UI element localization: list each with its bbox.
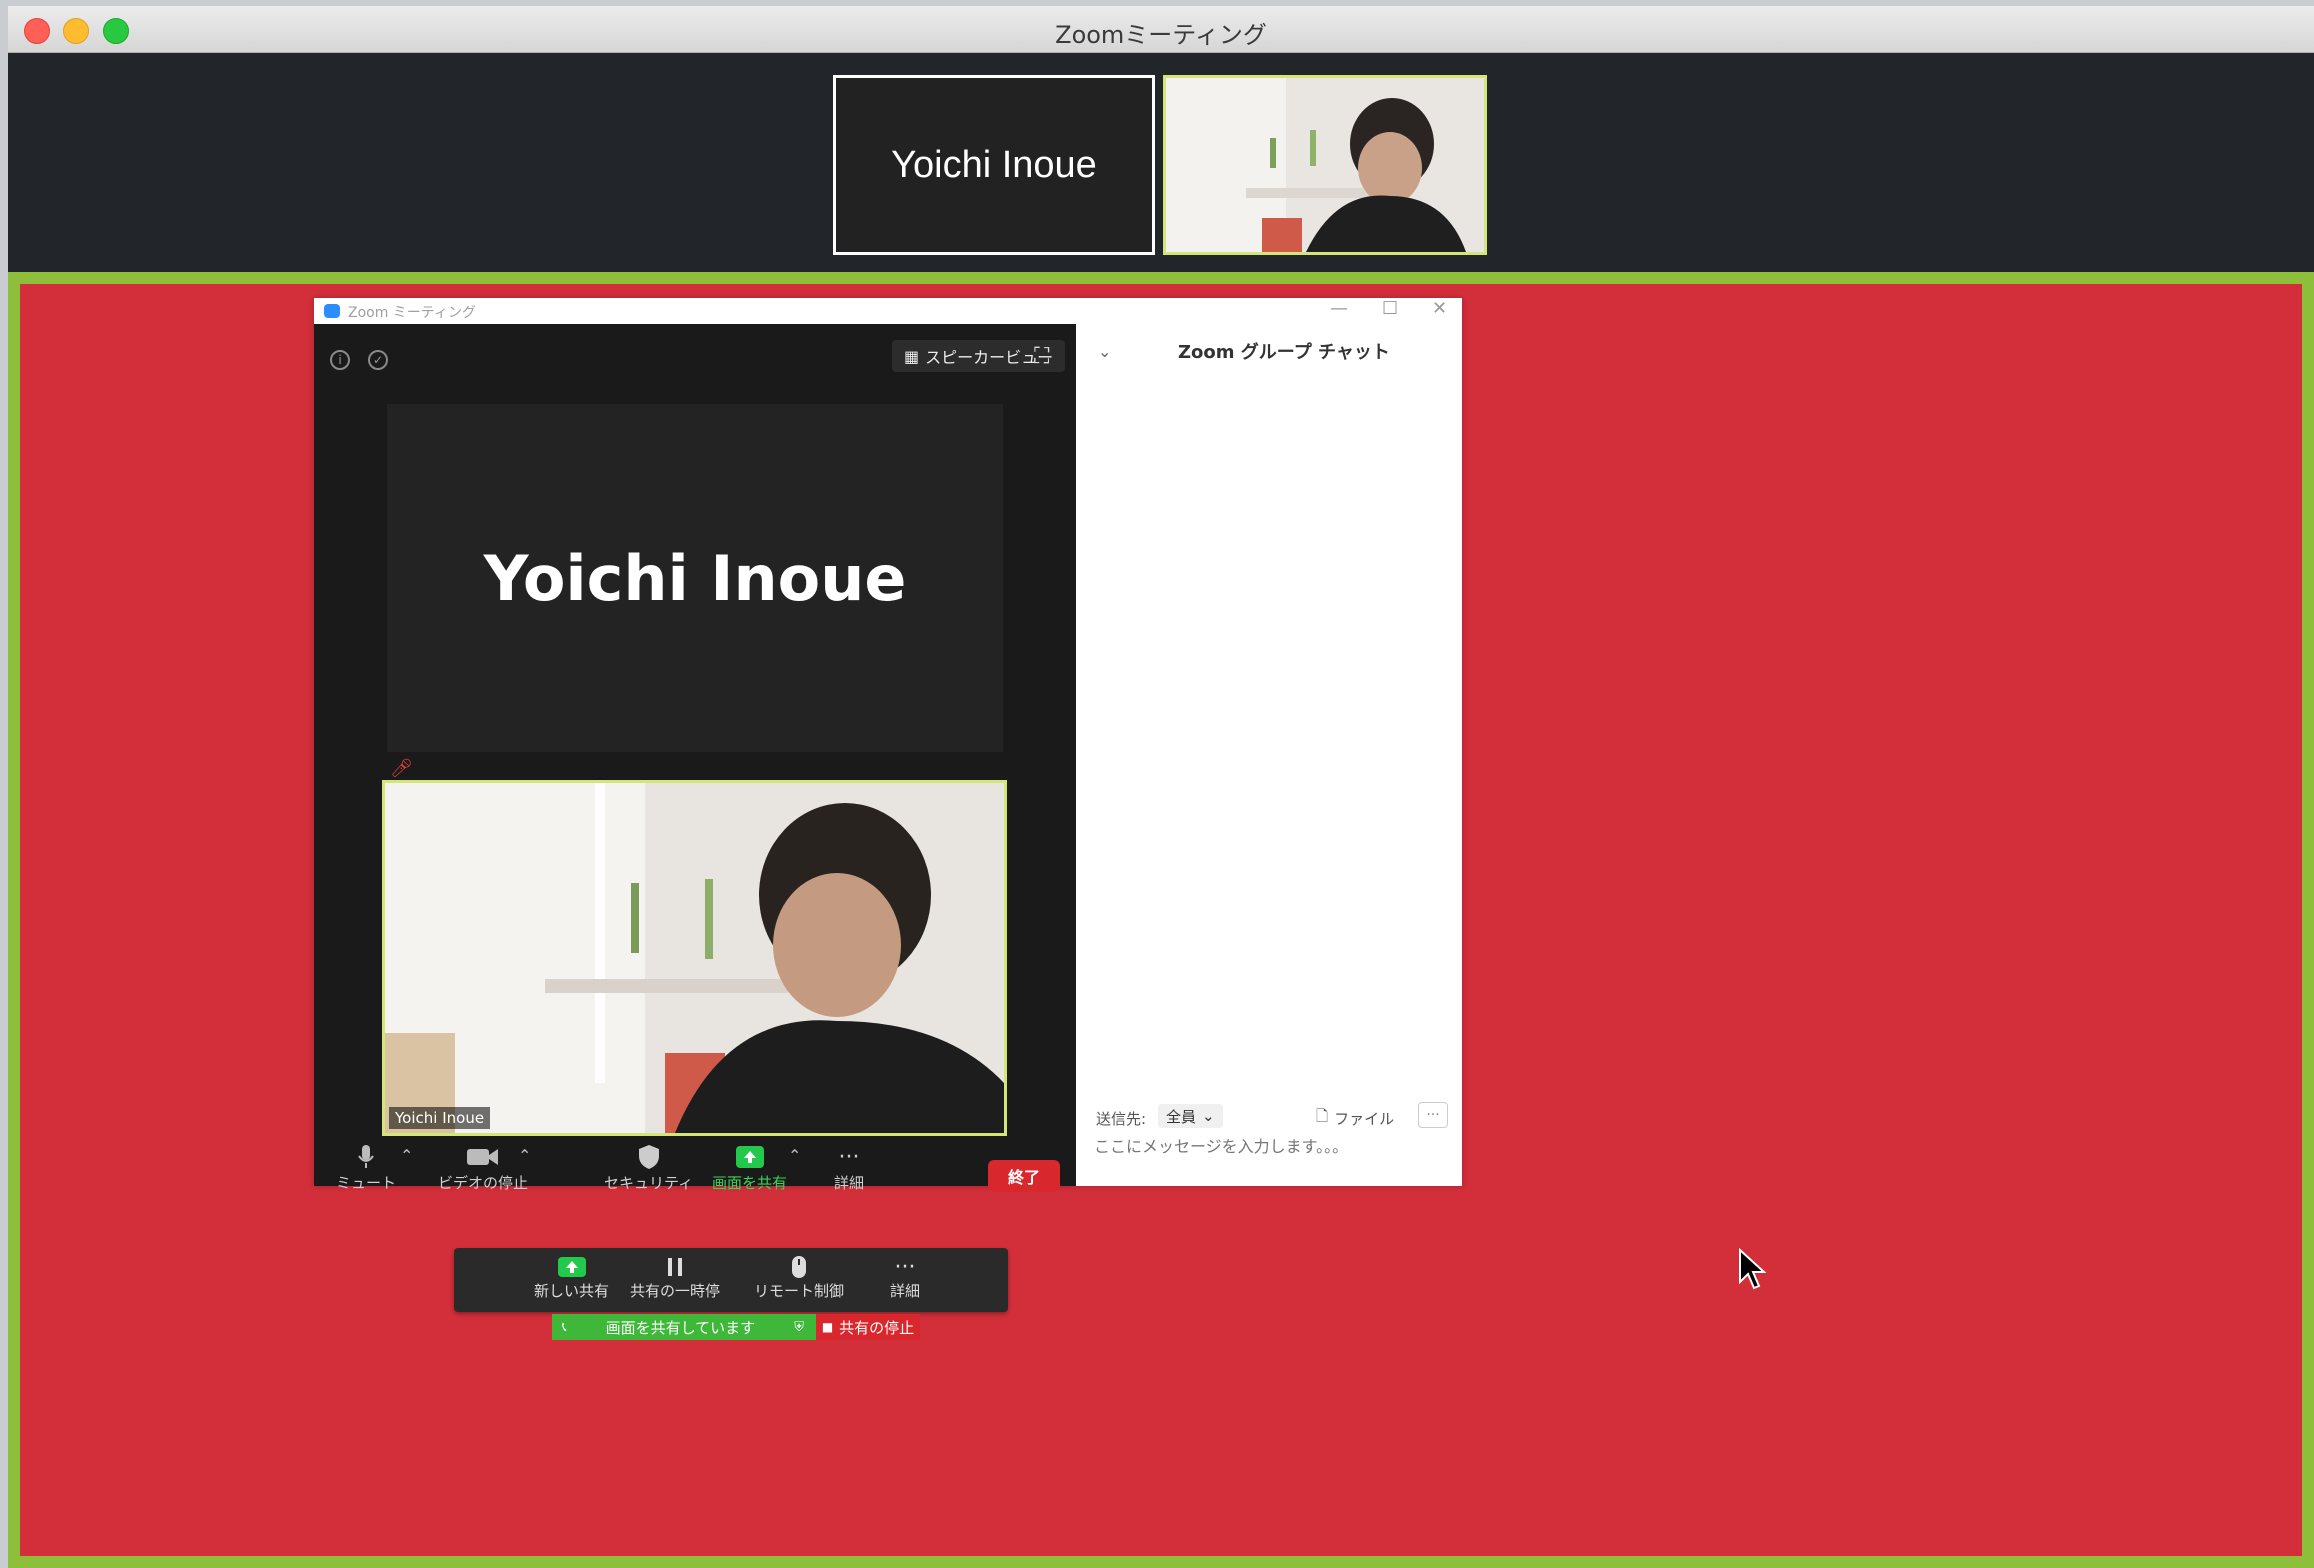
participant-name-tile[interactable]: Yoichi Inoue	[387, 404, 1003, 752]
minimize-icon[interactable]: —	[1330, 298, 1348, 319]
close-icon[interactable]: ✕	[1432, 298, 1447, 319]
video-name-label: Yoichi Inoue	[389, 1107, 491, 1129]
chevron-down-icon[interactable]: ⌄	[1098, 342, 1111, 361]
participant-thumbnail-strip: Yoichi Inoue	[8, 53, 2314, 277]
screen-share-border: Zoom ミーティング — ☐ ✕ i ✓ ▦ スピーカービュー ⛶ Yoich…	[8, 272, 2314, 1568]
ellipsis-icon: ···	[838, 1144, 860, 1170]
phone-icon: 📞︎	[562, 1319, 567, 1335]
participant-video-thumbnail[interactable]	[1163, 75, 1487, 255]
stop-video-button[interactable]: ビデオの停止	[438, 1142, 528, 1193]
file-label: ファイル	[1334, 1110, 1395, 1128]
mute-label: ミュート	[336, 1174, 397, 1192]
mouse-icon	[791, 1254, 807, 1280]
security-button[interactable]: セキュリティ	[604, 1142, 693, 1193]
shared-zoom-window: Zoom ミーティング — ☐ ✕ i ✓ ▦ スピーカービュー ⛶ Yoich…	[314, 298, 1462, 1192]
fullscreen-icon[interactable]: ⛶	[1034, 344, 1049, 369]
maximize-icon[interactable]: ☐	[1382, 298, 1398, 319]
inner-window-title: Zoom ミーティング	[348, 305, 476, 321]
mute-button[interactable]: ミュート	[336, 1142, 396, 1193]
title-bar[interactable]: Zoomミーティング	[8, 6, 2314, 53]
share-options-caret[interactable]: ⌃	[788, 1146, 801, 1165]
chat-more-button[interactable]: ···	[1418, 1102, 1448, 1128]
grid-icon: ▦	[904, 346, 920, 366]
participant-video[interactable]: Yoichi Inoue	[382, 780, 1007, 1136]
ellipsis-icon: ···	[894, 1254, 916, 1280]
security-label: セキュリティ	[604, 1174, 694, 1192]
send-to-label: 送信先:	[1096, 1110, 1147, 1128]
remote-control-button[interactable]: リモート制御	[754, 1254, 844, 1301]
microphone-muted-icon: 🎤︎	[390, 758, 413, 779]
share-screen-icon	[735, 1142, 764, 1172]
pause-icon	[666, 1254, 684, 1280]
share-screen-label: 画面を共有	[712, 1174, 788, 1192]
participant-name: Yoichi Inoue	[483, 541, 907, 615]
window-title: Zoomミーティング	[1055, 21, 1267, 49]
participant-name-thumbnail[interactable]: Yoichi Inoue	[833, 75, 1155, 255]
group-chat-panel: ⌄ Zoom グループ チャット 送信先: 全員 ⌄ 🗋 ファイル ···	[1076, 324, 1462, 1186]
chat-title: Zoom グループ チャット	[1178, 342, 1390, 363]
info-icon[interactable]: i	[330, 350, 350, 370]
participant-name: Yoichi Inoue	[891, 143, 1097, 186]
mouse-cursor-icon	[1738, 1247, 1768, 1296]
more-label: 詳細	[834, 1174, 865, 1192]
zoom-meeting-window: Zoomミーティング Yoichi Inoue Zoom ミーティング — ☐ …	[8, 6, 2314, 1568]
end-meeting-button[interactable]: 終了	[988, 1160, 1060, 1192]
share-more-button[interactable]: ··· 詳細	[890, 1254, 920, 1301]
inner-title-bar[interactable]: Zoom ミーティング — ☐ ✕	[314, 298, 1462, 325]
file-button[interactable]: 🗋 ファイル	[1316, 1106, 1394, 1131]
remote-control-label: リモート制御	[754, 1282, 845, 1300]
share-more-label: 詳細	[890, 1282, 921, 1300]
screen-share-toolbar: 新しい共有 共有の一時停 リモート制御 ··· 詳細	[454, 1248, 1008, 1312]
file-icon: 🗋	[1316, 1107, 1329, 1125]
stop-share-label: 共有の停止	[839, 1318, 915, 1337]
share-screen-button[interactable]: 画面を共有	[712, 1142, 787, 1193]
stop-icon: ■	[821, 1320, 834, 1334]
recipient-dropdown[interactable]: 全員 ⌄	[1158, 1104, 1223, 1128]
zoom-logo-icon	[324, 304, 340, 318]
new-share-button[interactable]: 新しい共有	[534, 1254, 609, 1301]
pause-share-button[interactable]: 共有の一時停	[630, 1254, 720, 1301]
meeting-toolbar: ミュート ⌃ ビデオの停止 ⌃ セキュリティ 画面を共有 ⌃ ··· 詳細 終了	[314, 1142, 1076, 1210]
shield-icon: ⛨	[794, 1319, 804, 1335]
chevron-down-icon: ⌄	[1202, 1107, 1215, 1125]
sharing-status-label: 画面を共有しています	[605, 1318, 756, 1337]
stop-share-button[interactable]: ■ 共有の停止	[816, 1314, 920, 1340]
more-button[interactable]: ··· 詳細	[834, 1142, 864, 1193]
participant-video-image	[1166, 78, 1484, 252]
video-options-caret[interactable]: ⌃	[518, 1146, 531, 1165]
video-panel: i ✓ ▦ スピーカービュー ⛶ Yoichi Inoue 🎤︎ Yoichi …	[314, 324, 1076, 1192]
pause-share-label: 共有の一時停	[630, 1282, 721, 1300]
recipient-value: 全員	[1166, 1107, 1197, 1126]
shield-icon[interactable]: ✓	[368, 350, 388, 370]
security-shield-icon	[638, 1142, 660, 1172]
stop-video-label: ビデオの停止	[438, 1174, 529, 1192]
participant-video-image	[385, 783, 1004, 1133]
microphone-icon	[357, 1142, 375, 1172]
new-share-label: 新しい共有	[534, 1282, 610, 1300]
chat-message-input[interactable]	[1092, 1136, 1436, 1157]
new-share-icon	[557, 1254, 586, 1280]
video-camera-icon	[467, 1142, 499, 1172]
shared-desktop: Zoom ミーティング — ☐ ✕ i ✓ ▦ スピーカービュー ⛶ Yoich…	[20, 284, 2302, 1556]
audio-options-caret[interactable]: ⌃	[400, 1146, 413, 1165]
sharing-status-bar[interactable]: 📞︎ 画面を共有しています ⛨	[552, 1314, 816, 1340]
